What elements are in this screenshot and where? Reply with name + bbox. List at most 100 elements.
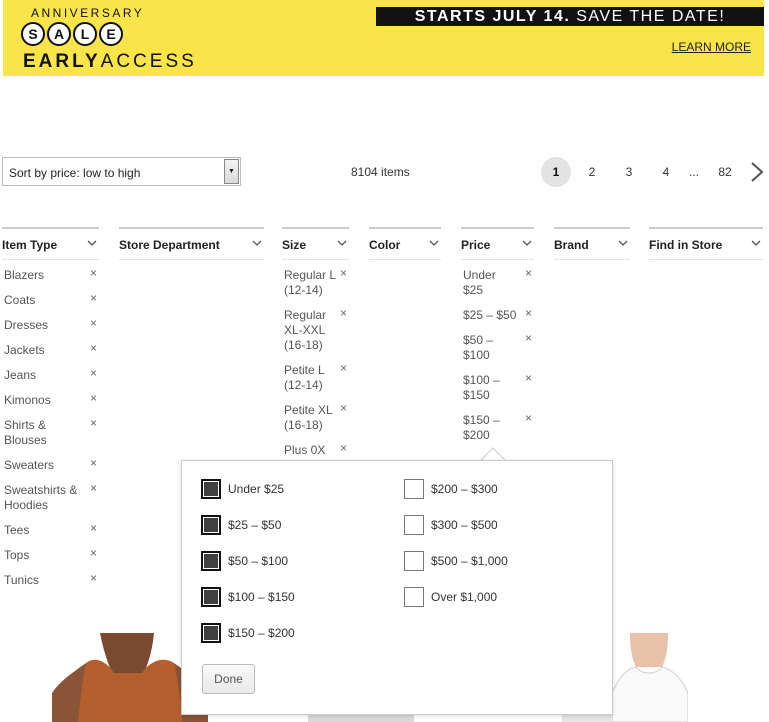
remove-icon[interactable]: × xyxy=(90,416,97,431)
filter-chip[interactable]: Plus 0X × xyxy=(282,441,349,458)
remove-icon[interactable]: × xyxy=(90,266,97,281)
filter-chip-label: $50 – $100 xyxy=(463,333,494,362)
next-page-chevron-icon[interactable] xyxy=(749,161,765,183)
filter-header-store-department[interactable]: Store Department xyxy=(119,227,264,260)
filter-chip[interactable]: Tees × xyxy=(2,521,99,538)
sale-letter: L xyxy=(73,22,97,46)
filter-chip-label: Jeans xyxy=(4,368,37,382)
price-option[interactable]: Over $1,000 xyxy=(404,587,497,607)
filter-chip[interactable]: Regular XL-XXL (16-18) × xyxy=(282,306,349,353)
price-option-label: $150 – $200 xyxy=(228,626,295,640)
page-ellipsis: ... xyxy=(688,165,699,179)
remove-icon[interactable]: × xyxy=(90,366,97,381)
remove-icon[interactable]: × xyxy=(90,341,97,356)
promo-banner[interactable]: ANNIVERSARY S A L E EARLYACCESS STARTS J… xyxy=(3,0,764,76)
filter-chip[interactable]: Coats × xyxy=(2,291,99,308)
price-option[interactable]: $50 – $100 xyxy=(201,551,288,571)
filter-chip-label: Petite L (12-14) xyxy=(284,363,325,392)
filter-chip-label: Dresses xyxy=(4,318,49,332)
filter-chip[interactable]: Petite L (12-14) × xyxy=(282,361,349,393)
page-link-3[interactable]: 3 xyxy=(621,157,637,187)
page-link-2[interactable]: 2 xyxy=(584,157,600,187)
price-option[interactable]: $25 – $50 xyxy=(201,515,281,535)
checkbox-unchecked[interactable] xyxy=(404,551,424,571)
filter-chip[interactable]: $100 – $150 × xyxy=(461,371,534,403)
checkbox-checked[interactable] xyxy=(201,551,221,571)
price-option[interactable]: Under $25 xyxy=(201,479,284,499)
done-button[interactable]: Done xyxy=(202,664,255,694)
remove-icon[interactable]: × xyxy=(340,306,347,321)
price-option[interactable]: $100 – $150 xyxy=(201,587,295,607)
filter-header-find-in-store[interactable]: Find in Store xyxy=(649,227,763,260)
remove-icon[interactable]: × xyxy=(90,521,97,536)
banner-starts-rest: SAVE THE DATE! xyxy=(576,8,726,25)
filter-header-size[interactable]: Size xyxy=(282,227,349,260)
filter-header-brand[interactable]: Brand xyxy=(554,227,630,260)
filter-chip-label: $25 – $50 xyxy=(463,308,517,322)
remove-icon[interactable]: × xyxy=(90,456,97,471)
page-link-last[interactable]: 82 xyxy=(714,157,736,187)
filter-header-item-type[interactable]: Item Type xyxy=(2,227,99,260)
remove-icon[interactable]: × xyxy=(90,316,97,331)
filter-chip[interactable]: $25 – $50 × xyxy=(461,306,534,323)
remove-icon[interactable]: × xyxy=(90,546,97,561)
filter-chip[interactable]: $50 – $100 × xyxy=(461,331,534,363)
remove-icon[interactable]: × xyxy=(90,291,97,306)
checkbox-unchecked[interactable] xyxy=(404,479,424,499)
filter-chip[interactable]: Tunics × xyxy=(2,571,99,588)
banner-sale-logo: S A L E xyxy=(21,22,123,46)
remove-icon[interactable]: × xyxy=(90,571,97,586)
remove-icon[interactable]: × xyxy=(340,441,347,456)
product-image[interactable] xyxy=(612,633,688,722)
filter-find-in-store: Find in Store xyxy=(649,227,763,260)
remove-icon[interactable]: × xyxy=(525,266,532,281)
checkbox-checked[interactable] xyxy=(201,623,221,643)
remove-icon[interactable]: × xyxy=(340,266,347,281)
checkbox-checked[interactable] xyxy=(201,587,221,607)
filter-chip[interactable]: Kimonos × xyxy=(2,391,99,408)
learn-more-link[interactable]: LEARN MORE xyxy=(672,40,751,54)
filter-chip-label: Tees xyxy=(4,523,30,537)
filter-chip-label: Tops xyxy=(4,548,30,562)
chevron-down-icon xyxy=(337,240,347,246)
filter-header-price[interactable]: Price xyxy=(461,227,534,260)
filter-chip[interactable]: Under $25 × xyxy=(461,266,534,298)
price-option-label: Over $1,000 xyxy=(431,590,498,604)
filter-chip[interactable]: Sweatshirts & Hoodies × xyxy=(2,481,99,513)
page-link-1[interactable]: 1 xyxy=(541,157,571,187)
chevron-down-icon xyxy=(751,240,761,246)
filter-chip[interactable]: Sweaters × xyxy=(2,456,99,473)
filter-chip[interactable]: Regular L (12-14) × xyxy=(282,266,349,298)
filter-chip[interactable]: Jackets × xyxy=(2,341,99,358)
checkbox-unchecked[interactable] xyxy=(404,587,424,607)
filter-header-color[interactable]: Color xyxy=(369,227,441,260)
price-option[interactable]: $500 – $1,000 xyxy=(404,551,508,571)
price-option[interactable]: $300 – $500 xyxy=(404,515,498,535)
remove-icon[interactable]: × xyxy=(90,481,97,496)
checkbox-unchecked[interactable] xyxy=(404,515,424,535)
filter-chip[interactable]: Jeans × xyxy=(2,366,99,383)
remove-icon[interactable]: × xyxy=(340,401,347,416)
filter-chip[interactable]: Blazers × xyxy=(2,266,99,283)
filter-chip[interactable]: Dresses × xyxy=(2,316,99,333)
price-option[interactable]: $150 – $200 xyxy=(201,623,295,643)
remove-icon[interactable]: × xyxy=(90,391,97,406)
filter-chip[interactable]: Tops × xyxy=(2,546,99,563)
filter-chip[interactable]: Petite XL (16-18) × xyxy=(282,401,349,433)
remove-icon[interactable]: × xyxy=(525,371,532,386)
filter-chip[interactable]: Shirts & Blouses × xyxy=(2,416,99,448)
price-option[interactable]: $200 – $300 xyxy=(404,479,498,499)
filter-title: Brand xyxy=(554,238,589,252)
remove-icon[interactable]: × xyxy=(525,306,532,321)
filter-chip-label: Regular L (12-14) xyxy=(284,268,336,297)
dropdown-arrow-icon[interactable]: ▼ xyxy=(224,159,239,184)
checkbox-checked[interactable] xyxy=(201,479,221,499)
sort-select[interactable]: Sort by price: low to high ▼ xyxy=(2,157,241,186)
remove-icon[interactable]: × xyxy=(340,361,347,376)
filter-chip[interactable]: $150 – $200 × xyxy=(461,411,534,443)
banner-early-access: EARLYACCESS xyxy=(23,51,197,73)
remove-icon[interactable]: × xyxy=(525,411,532,426)
checkbox-checked[interactable] xyxy=(201,515,221,535)
remove-icon[interactable]: × xyxy=(525,331,532,346)
page-link-4[interactable]: 4 xyxy=(658,157,674,187)
